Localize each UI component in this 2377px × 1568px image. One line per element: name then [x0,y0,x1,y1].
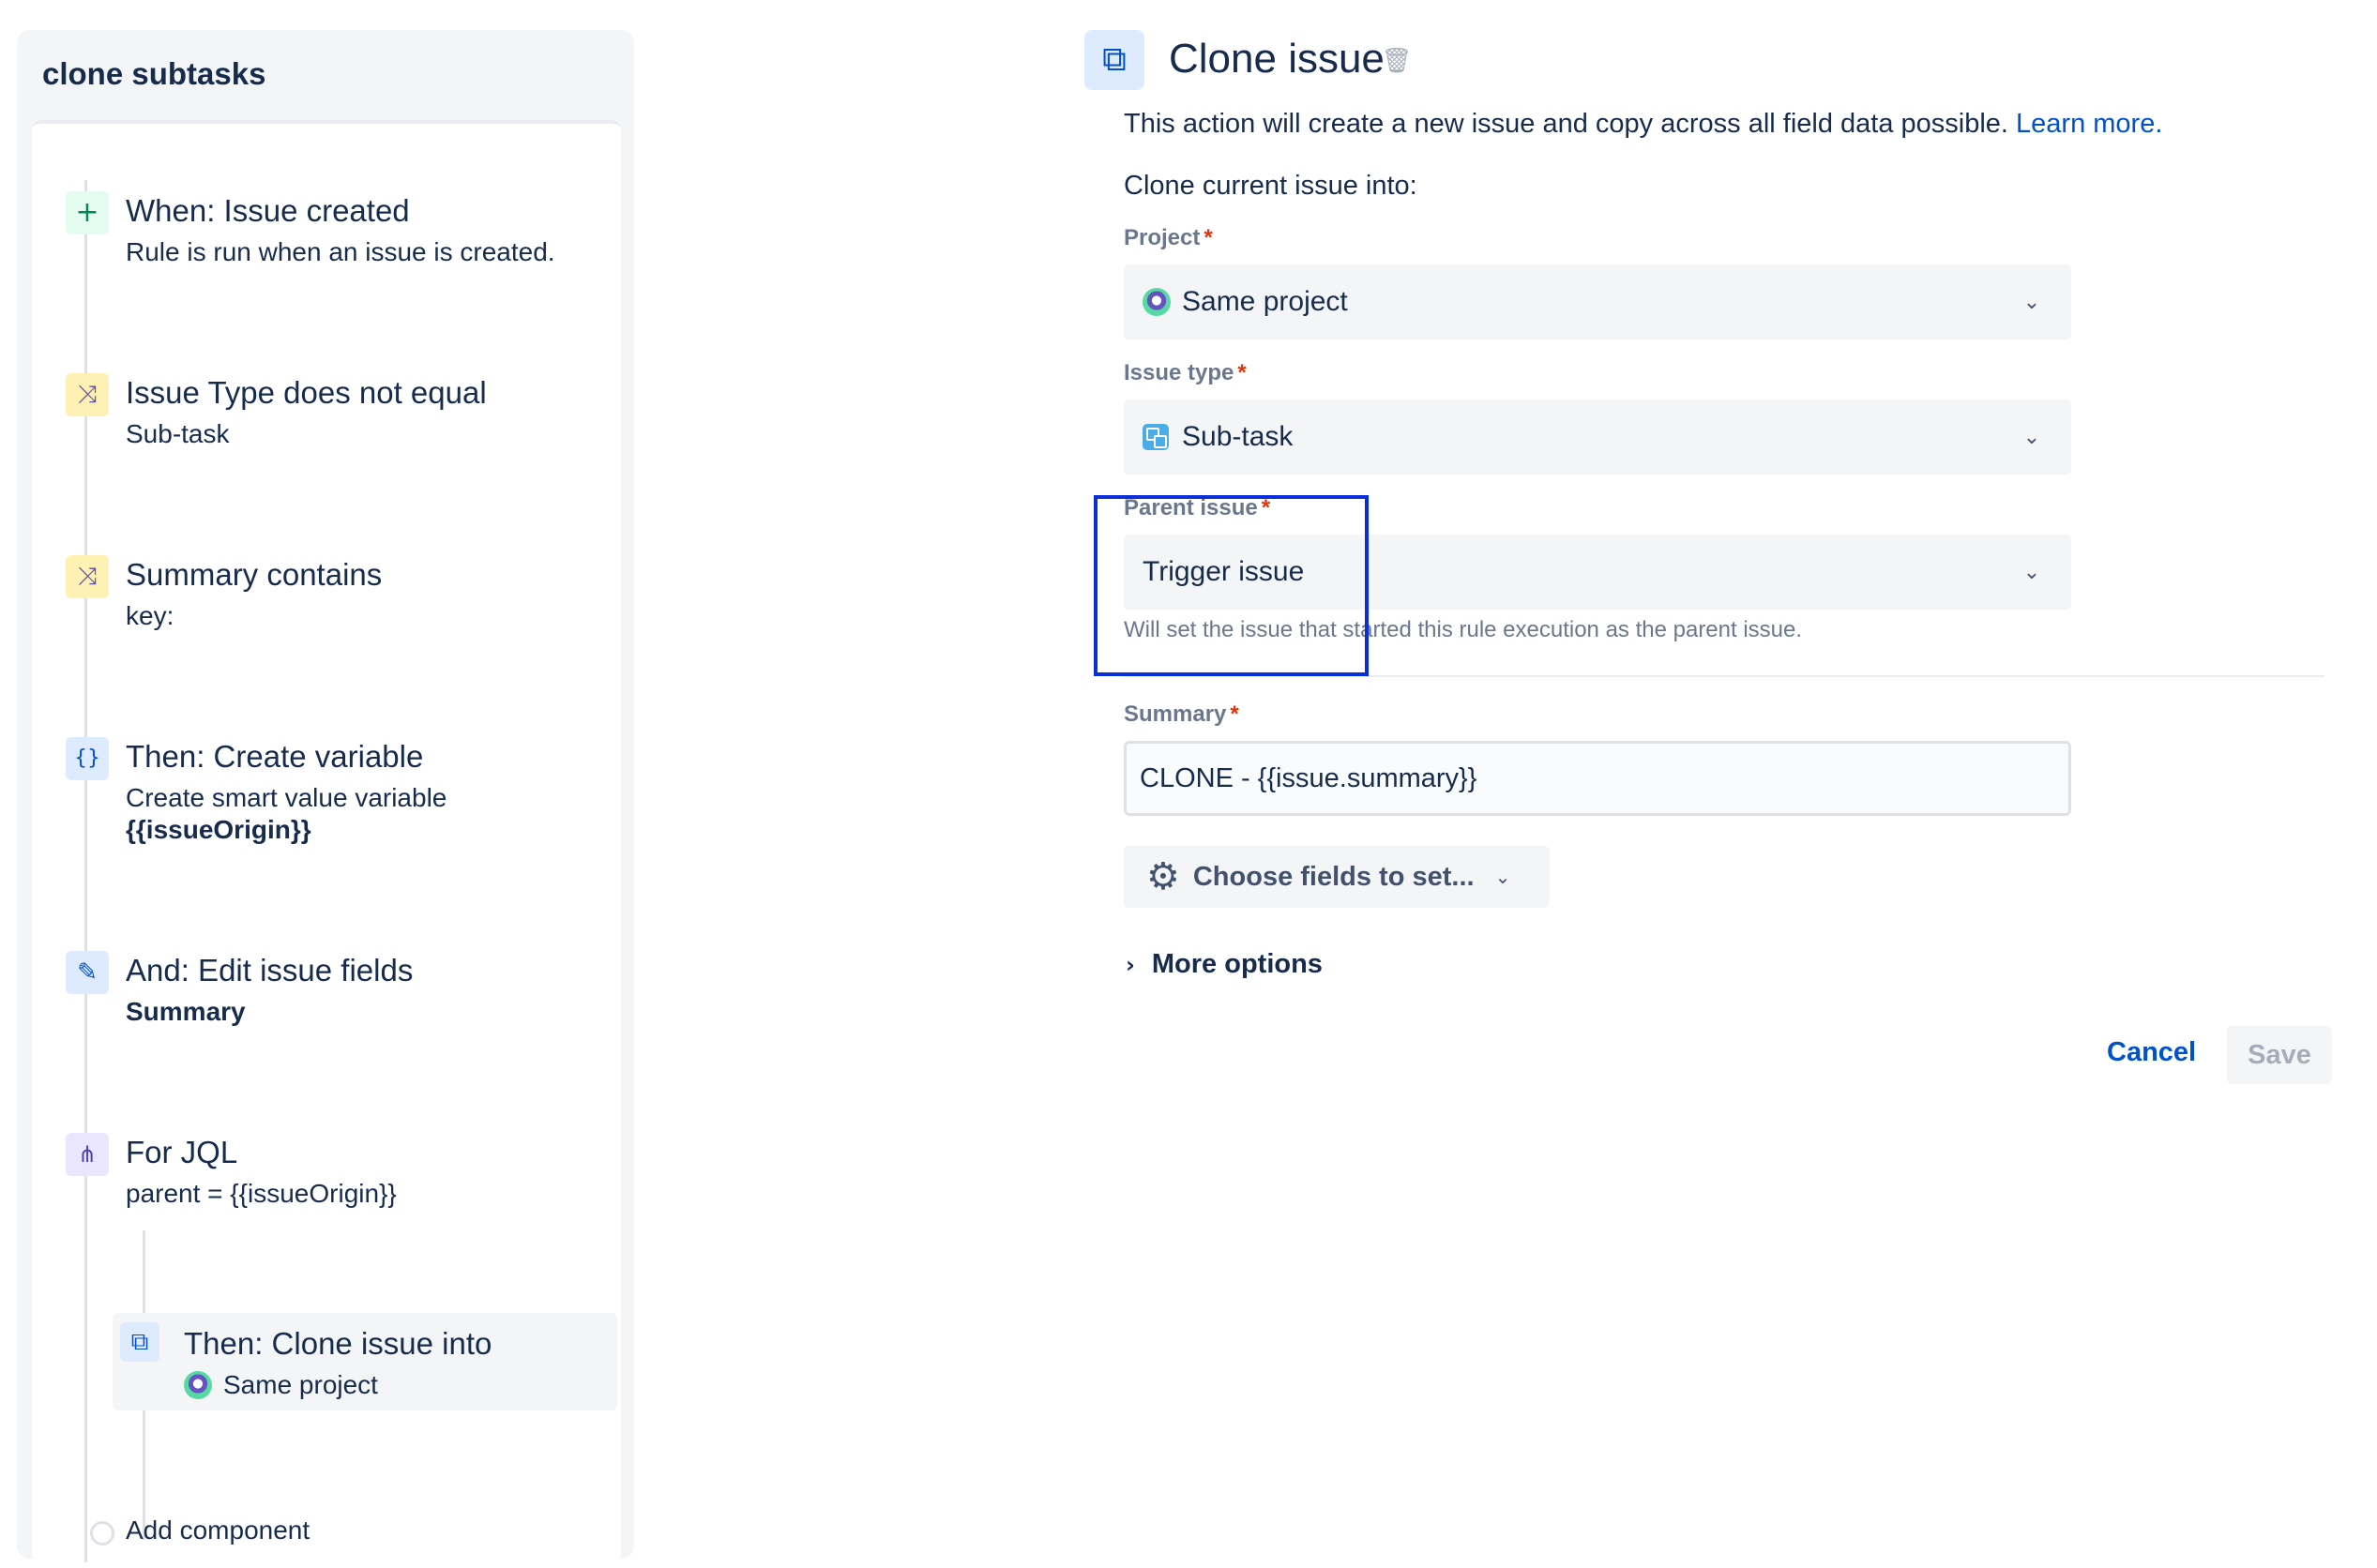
step-subtitle: Rule is run when an issue is created. [126,237,555,266]
step-title: For JQL [126,1135,238,1169]
trash-icon[interactable]: 🗑 [1382,47,1413,75]
shuffle-icon: ⤨ [66,373,109,416]
add-component-button[interactable]: Add component [90,1515,310,1545]
issue-type-label-text: Issue type [1124,360,1234,385]
step-title: Then: Clone issue into [184,1326,492,1361]
project-select-value: Same project [1143,286,1348,318]
issue-type-label: Issue type * [1124,360,1247,386]
project-label: Project * [1124,225,1213,251]
project-avatar [184,1371,212,1399]
copy-icon: ⧉ [120,1322,159,1362]
more-options-label: More options [1151,949,1323,979]
copy-icon: ⧉ [1084,30,1144,90]
subtask-icon [1143,424,1169,450]
project-label-text: Project [1124,225,1201,250]
project-select[interactable]: Same project ⌄ [1124,264,2071,339]
summary-label: Summary * [1124,701,1239,728]
step-title: Issue Type does not equal [126,375,487,410]
highlight-box [1094,495,1369,676]
step-subtitle: Sub-task [126,419,230,448]
chevron-down-icon: ⌄ [2022,560,2041,584]
required-marker: * [1204,225,1213,250]
rule-title: clone subtasks [42,56,266,91]
plus-icon: + [66,191,109,234]
cancel-button[interactable]: Cancel [2107,1037,2196,1068]
step-subtitle-bold: {{issueOrigin}} [126,815,311,844]
shuffle-icon: ⤨ [66,555,109,598]
braces-icon: {} [66,737,109,780]
gear-icon: ⚙ [1146,855,1180,898]
issue-type-value-text: Sub-task [1182,421,1294,452]
step-title: And: Edit issue fields [126,953,414,988]
choose-fields-button[interactable]: ⚙ Choose fields to set... ⌄ [1124,846,1550,908]
project-name: Same project [223,1370,378,1399]
config-title: Clone issue [1169,36,1385,82]
more-options-toggle[interactable]: › More options [1126,949,1323,980]
issue-type-select-value: Sub-task [1143,421,1293,453]
step-subtitle: Same project [184,1369,378,1401]
step-title: When: Issue created [126,193,410,228]
clone-into-label: Clone current issue into: [1124,171,1417,201]
step-title: Then: Create variable [126,739,424,774]
project-avatar [1143,288,1171,316]
rule-steps-list: + When: Issue created Rule is run when a… [32,120,621,1562]
save-button[interactable]: Save [2227,1026,2332,1084]
step-subtitle: key: [126,601,174,630]
config-description: This action will create a new issue and … [1124,109,2162,140]
pencil-icon: ✎ [66,951,109,994]
rule-panel: clone subtasks + When: Issue created Rul… [17,30,634,1562]
project-value-text: Same project [1182,286,1348,317]
learn-more-link[interactable]: Learn more. [2016,109,2162,139]
issue-type-select[interactable]: Sub-task ⌄ [1124,400,2071,475]
chevron-right-icon: › [1126,951,1135,978]
summary-input[interactable]: CLONE - {{issue.summary}} [1124,741,2071,816]
step-subtitle-bold: Summary [126,997,246,1026]
chevron-down-icon: ⌄ [2022,290,2041,314]
description-text: This action will create a new issue and … [1124,109,2008,139]
hierarchy-icon: ⋔ [66,1133,109,1176]
choose-fields-label: Choose fields to set... [1192,861,1475,892]
step-clone-issue-selected[interactable]: ⧉ Then: Clone issue into Same project [113,1313,617,1410]
add-component-label: Add component [126,1515,310,1545]
summary-label-text: Summary [1124,701,1227,727]
step-title: Summary contains [126,557,383,592]
chevron-down-icon: ⌄ [1494,866,1511,888]
step-subtitle: Create smart value variable [126,783,447,812]
required-marker: * [1230,701,1239,727]
step-subtitle: parent = {{issueOrigin}} [126,1179,397,1208]
add-component-dot [90,1521,114,1545]
chevron-down-icon: ⌄ [2022,425,2041,449]
required-marker: * [1237,360,1247,385]
